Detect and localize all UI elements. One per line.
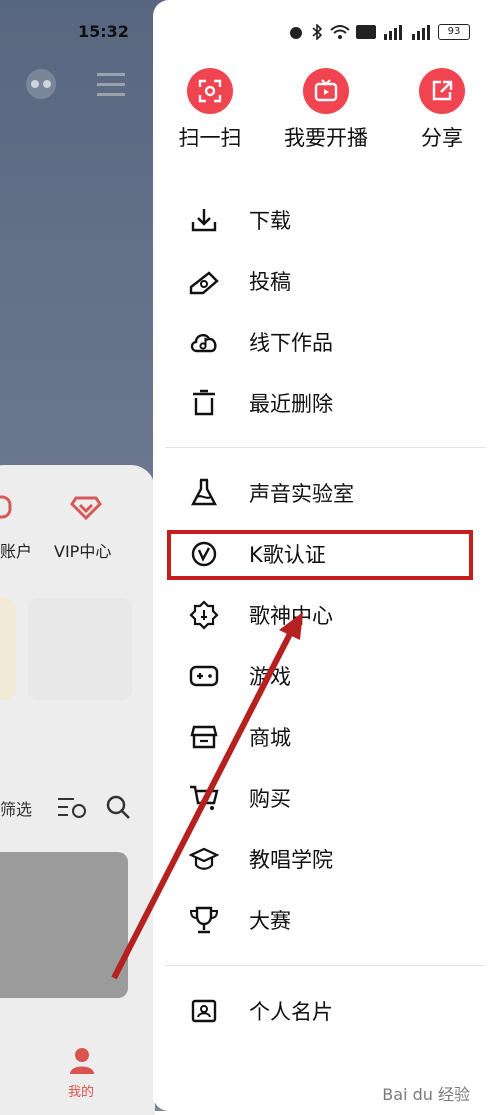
cloud-music-icon	[187, 325, 221, 359]
menu-item-mall[interactable]: 商城	[153, 713, 500, 761]
scan-button[interactable]: 扫一扫	[155, 68, 265, 152]
trash-icon	[187, 386, 221, 420]
menu-item-offline-works[interactable]: 线下作品	[153, 318, 500, 366]
menu-item-label: 大赛	[249, 909, 291, 933]
cart-icon	[187, 781, 221, 815]
vip-icon	[70, 496, 102, 520]
menu-item-label: 购买	[249, 787, 291, 811]
menu-item-label: 下载	[249, 209, 291, 233]
menu-item-business-card[interactable]: 个人名片	[153, 987, 500, 1035]
download-icon	[187, 203, 221, 237]
store-icon	[187, 720, 221, 754]
menu-item-singer-center[interactable]: 歌神中心	[153, 591, 500, 639]
menu-item-label: 游戏	[249, 665, 291, 689]
tab-mine-label: 我的	[68, 1085, 95, 1100]
bluetooth-icon	[312, 24, 323, 40]
share-icon	[419, 68, 465, 114]
menu-item-label: 个人名片	[249, 1000, 333, 1024]
start-live-button[interactable]: 我要开播	[271, 68, 381, 152]
menu-item-download[interactable]: 下载	[153, 196, 500, 244]
menu-item-contribute[interactable]: 投稿	[153, 257, 500, 305]
menu-item-singing-academy[interactable]: 教唱学院	[153, 835, 500, 883]
flask-icon	[187, 476, 221, 510]
menu-divider	[165, 447, 485, 448]
wifi-icon	[330, 25, 350, 39]
watermark: Bai du 经验	[382, 1085, 470, 1104]
share-button[interactable]: 分享	[387, 68, 497, 152]
menu-item-sound-lab[interactable]: 声音实验室	[153, 469, 500, 517]
vip-label: VIP中心	[54, 542, 112, 561]
background-thumbnail	[0, 852, 128, 998]
badge-icon	[187, 598, 221, 632]
id-card-icon	[187, 994, 221, 1028]
highlight-box	[167, 530, 473, 580]
filter-label: 筛选	[0, 800, 33, 819]
live-tv-icon	[303, 68, 349, 114]
status-bar-icons: 93	[288, 24, 470, 40]
menu-item-label: 最近删除	[249, 392, 333, 416]
graduation-cap-icon	[187, 842, 221, 876]
gamepad-icon	[187, 659, 221, 693]
menu-item-label: 歌神中心	[249, 604, 333, 628]
alarm-icon	[290, 27, 302, 39]
menu-item-label: 商城	[249, 726, 291, 750]
hd-icon	[356, 25, 376, 39]
scan-icon	[187, 68, 233, 114]
menu-item-label: 线下作品	[249, 331, 333, 355]
signal-5g-icon	[384, 25, 402, 40]
background-card	[0, 465, 155, 1115]
menu-item-label: 声音实验室	[249, 482, 354, 506]
search-icon	[106, 795, 130, 819]
status-time: 15:32	[78, 22, 129, 41]
background-tile	[28, 598, 132, 700]
avatar-icon	[26, 69, 56, 99]
profile-tab-icon	[70, 1048, 94, 1074]
background-tile	[0, 598, 16, 700]
contribute-icon	[187, 264, 221, 298]
account-label: 账户	[0, 542, 33, 561]
menu-item-recently-deleted[interactable]: 最近删除	[153, 379, 500, 427]
trophy-icon	[187, 903, 221, 937]
menu-icon	[97, 73, 125, 96]
menu-item-contest[interactable]: 大赛	[153, 896, 500, 944]
menu-item-purchase[interactable]: 购买	[153, 774, 500, 822]
battery-indicator: 93	[438, 24, 470, 40]
menu-item-label: 教唱学院	[249, 848, 333, 872]
share-label: 分享	[421, 126, 463, 150]
menu-item-games[interactable]: 游戏	[153, 652, 500, 700]
menu-item-label: 投稿	[249, 270, 291, 294]
filter-icon	[58, 798, 86, 818]
account-icon	[0, 495, 12, 519]
menu-divider	[165, 965, 485, 966]
start-live-label: 我要开播	[284, 126, 368, 150]
signal-4g-icon	[412, 25, 430, 40]
scan-label: 扫一扫	[178, 126, 242, 150]
